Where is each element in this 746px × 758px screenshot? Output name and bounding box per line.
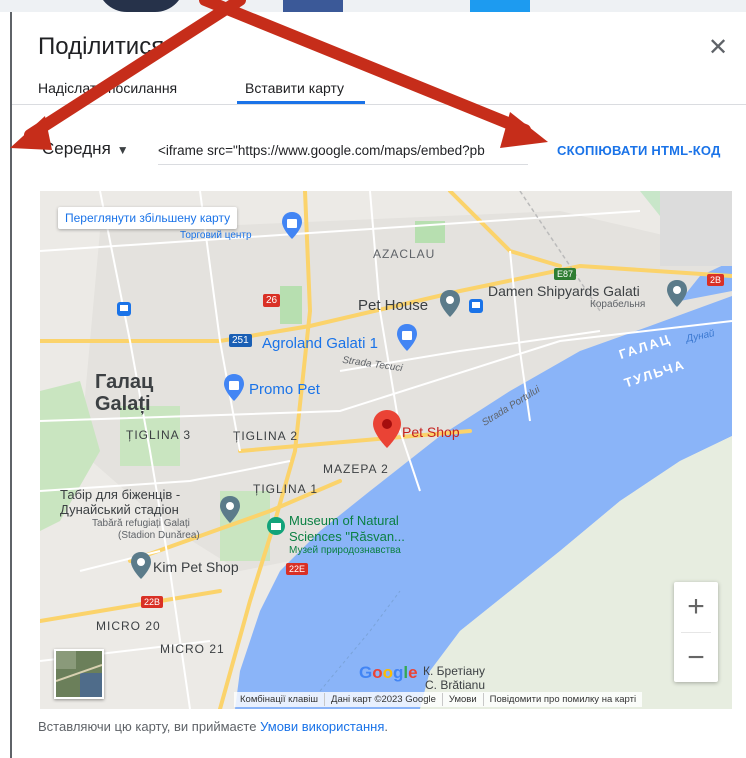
map-label-museum-2: Sciences "Răsvan... bbox=[289, 529, 405, 544]
map-label-shopping-center: Торговий центр bbox=[180, 230, 252, 241]
dialog-left-edge bbox=[10, 12, 12, 758]
shopping-bag-pin-icon[interactable] bbox=[222, 373, 246, 403]
map-marker-icon[interactable] bbox=[371, 409, 403, 449]
map-label-refugee-camp-ro-2: (Stadion Dunărea) bbox=[118, 530, 200, 541]
map-label-bretianu: К. Бретіану bbox=[423, 664, 485, 678]
road-shield-22b: 22B bbox=[141, 596, 164, 608]
map-label-tiglina-3: ȚIGLINA 3 bbox=[126, 428, 192, 442]
embedded-map[interactable]: 26 251 E87 2B 22E 22B Торговий центр AZA… bbox=[40, 191, 732, 709]
map-label-refugee-camp-ua-2: Дунайський стадіон bbox=[60, 502, 179, 517]
tab-send-link[interactable]: Надіслати посилання bbox=[38, 80, 177, 96]
road-shield-e87: E87 bbox=[554, 268, 577, 280]
view-larger-map-link[interactable]: Переглянути збільшену карту bbox=[58, 207, 238, 229]
bus-stop-icon[interactable] bbox=[117, 302, 131, 316]
place-pin-icon[interactable] bbox=[129, 551, 153, 581]
map-label-tiglina-1: ȚIGLINA 1 bbox=[253, 482, 319, 496]
map-label-pet-shop: Pet Shop bbox=[402, 424, 460, 440]
map-label-damen-shipyards: Damen Shipyards Galati bbox=[488, 283, 640, 299]
tabs-divider bbox=[12, 104, 746, 105]
terms-suffix: . bbox=[384, 719, 388, 734]
map-label-kim-pet-shop: Kim Pet Shop bbox=[153, 559, 239, 575]
map-label-shipyard-ua: Корабельня bbox=[590, 299, 646, 310]
map-label-pet-house: Pet House bbox=[358, 297, 429, 314]
map-label-tiglina-2: ȚIGLINA 2 bbox=[233, 429, 299, 443]
shopping-bag-pin-icon[interactable] bbox=[395, 323, 419, 353]
road-shield-22e: 22E bbox=[286, 563, 309, 575]
map-label-museum-1: Museum of Natural bbox=[289, 513, 399, 528]
terms-of-use-link[interactable]: Умови використання bbox=[260, 719, 384, 734]
museum-icon[interactable] bbox=[266, 516, 286, 536]
satellite-thumbnail-icon bbox=[56, 651, 102, 697]
tab-embed-map[interactable]: Вставити карту bbox=[245, 80, 344, 96]
zoom-control: + − bbox=[674, 582, 718, 682]
map-label-galats: Галац bbox=[95, 371, 154, 393]
terms-prefix: Вставляючи цю карту, ви приймаєте bbox=[38, 719, 257, 734]
google-logo: Google bbox=[359, 663, 418, 682]
map-size-dropdown[interactable]: Середня ▼ bbox=[42, 139, 129, 159]
map-label-azaclau: AZACLAU bbox=[373, 247, 436, 261]
terms-notice: Вставляючи цю карту, ви приймаєте Умови … bbox=[38, 719, 388, 734]
satellite-view-toggle[interactable] bbox=[54, 649, 104, 699]
zoom-out-button[interactable]: − bbox=[674, 633, 718, 683]
map-label-bratianu: C. Brătianu bbox=[425, 678, 486, 692]
copy-html-button[interactable]: СКОПІЮВАТИ HTML-КОД bbox=[557, 143, 721, 158]
red-arrow-icon bbox=[10, 0, 246, 150]
map-label-micro-21: MICRO 21 bbox=[160, 642, 225, 656]
red-arrow-icon bbox=[199, 0, 548, 148]
embed-code-field[interactable]: <iframe src="https://www.google.com/maps… bbox=[158, 138, 528, 165]
map-label-agroland: Agroland Galati 1 bbox=[262, 335, 378, 352]
background-share-icon-twitter bbox=[470, 0, 530, 12]
terms-link[interactable]: Умови bbox=[441, 693, 483, 706]
map-label-museum-ua: Музей природознавства bbox=[289, 545, 401, 556]
dialog-title: Поділитися bbox=[38, 33, 165, 60]
map-label-mazepa-2: MAZEPA 2 bbox=[323, 462, 389, 476]
map-data-attribution: Дані карт ©2023 Google bbox=[324, 693, 442, 706]
keyboard-shortcuts-link[interactable]: Комбінації клавіш bbox=[234, 693, 324, 706]
place-pin-icon[interactable] bbox=[438, 289, 462, 319]
bus-stop-icon[interactable] bbox=[469, 299, 483, 313]
shopping-bag-pin-icon[interactable] bbox=[280, 211, 304, 241]
road-shield-251: 251 bbox=[229, 334, 252, 347]
map-label-galati: Galați bbox=[95, 393, 151, 415]
road-shield-2b: 2B bbox=[707, 274, 725, 286]
zoom-in-button[interactable]: + bbox=[674, 582, 718, 632]
map-size-label: Середня bbox=[42, 139, 111, 158]
map-attribution-bar: Комбінації клавіш Дані карт ©2023 Google… bbox=[234, 692, 643, 707]
place-pin-icon[interactable] bbox=[218, 495, 242, 525]
map-label-micro-20: MICRO 20 bbox=[96, 619, 161, 633]
report-error-link[interactable]: Повідомити про помилку на карті bbox=[482, 693, 642, 706]
map-label-refugee-camp-ua-1: Табір для біженців - bbox=[60, 487, 181, 502]
road-shield-26: 26 bbox=[263, 294, 281, 307]
place-pin-icon[interactable] bbox=[665, 279, 689, 309]
map-label-promo-pet: Promo Pet bbox=[249, 381, 320, 398]
background-share-icon-facebook bbox=[283, 0, 343, 12]
chevron-down-icon: ▼ bbox=[116, 143, 129, 157]
map-label-refugee-camp-ro-1: Tabără refugiați Galați bbox=[92, 518, 190, 529]
close-icon[interactable]: ✕ bbox=[708, 33, 728, 62]
